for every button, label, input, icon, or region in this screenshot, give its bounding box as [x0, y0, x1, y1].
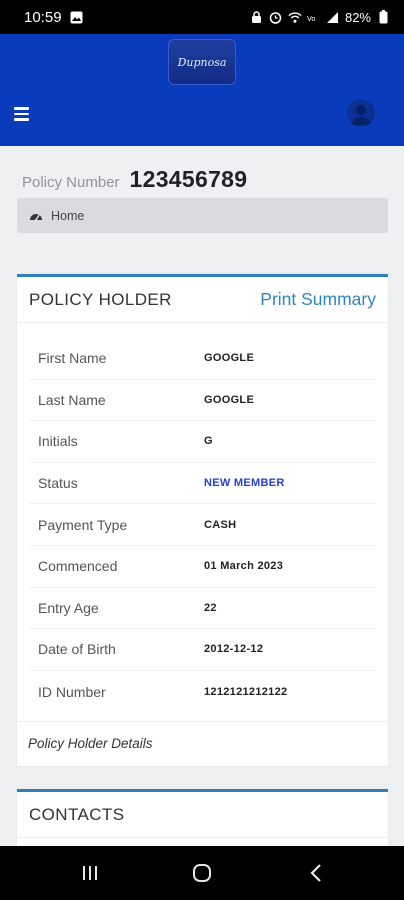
policy-number-line: Policy Number 123456789 — [22, 166, 247, 193]
detail-label: First Name — [38, 350, 107, 367]
policy-holder-title: POLICY HOLDER — [29, 289, 172, 309]
detail-label: Last Name — [38, 391, 106, 408]
app-header: Dupnosa — [0, 34, 404, 146]
status-bar: 10:59 Vo 82% — [0, 0, 404, 34]
contacts-title: CONTACTS — [29, 804, 125, 824]
detail-value: GOOGLE — [204, 393, 255, 406]
detail-label: ID Number — [38, 683, 106, 700]
detail-row-last-name: Last Name GOOGLE — [29, 380, 375, 422]
detail-label: Initials — [38, 433, 78, 450]
user-avatar-icon[interactable] — [347, 99, 375, 127]
status-badge: NEW MEMBER — [204, 477, 285, 490]
logo-text: Dupnosa — [177, 55, 227, 69]
detail-value: 2012-12-12 — [204, 643, 264, 656]
detail-label: Date of Birth — [38, 641, 116, 658]
volte-icon: Vo — [307, 10, 321, 24]
contacts-card-header: CONTACTS — [17, 792, 388, 838]
breadcrumb-home-link[interactable]: Home — [51, 209, 84, 223]
dashboard-icon — [29, 209, 43, 223]
back-icon[interactable] — [296, 858, 336, 888]
detail-value: G — [204, 435, 213, 448]
image-icon — [70, 10, 84, 24]
detail-label: Status — [38, 475, 78, 492]
status-time: 10:59 — [24, 8, 62, 26]
detail-value: 22 — [204, 601, 217, 614]
app-logo: Dupnosa — [168, 39, 236, 85]
detail-row-first-name: First Name GOOGLE — [29, 338, 375, 380]
policy-number-value: 123456789 — [129, 166, 248, 192]
detail-row-status: Status NEW MEMBER — [29, 463, 375, 505]
detail-value: 01 March 2023 — [204, 560, 284, 573]
system-navigation-bar — [0, 846, 404, 900]
detail-row-entry-age: Entry Age 22 — [29, 588, 375, 630]
policy-holder-card-footer: Policy Holder Details — [17, 721, 388, 765]
breadcrumb: Home — [17, 198, 388, 233]
detail-label: Entry Age — [38, 599, 99, 616]
lock-icon — [250, 10, 264, 24]
policy-number-label: Policy Number — [22, 174, 120, 191]
detail-row-initials: Initials G — [29, 421, 375, 463]
detail-value: 1212121212122 — [204, 685, 288, 698]
policy-holder-card-header: POLICY HOLDER Print Summary — [17, 277, 388, 323]
detail-row-id-number: ID Number 1212121212122 — [29, 671, 375, 713]
svg-text:Vo: Vo — [307, 15, 316, 23]
detail-row-payment-type: Payment Type CASH — [29, 504, 375, 546]
detail-row-date-of-birth: Date of Birth 2012-12-12 — [29, 629, 375, 671]
policy-holder-footer-text: Policy Holder Details — [28, 736, 153, 751]
policy-holder-details-list: First Name GOOGLE Last Name GOOGLE Initi… — [29, 338, 375, 712]
contacts-card: CONTACTS — [17, 789, 388, 846]
signal-icon — [326, 10, 340, 24]
wifi-icon — [288, 10, 302, 24]
detail-row-commenced: Commenced 01 March 2023 — [29, 546, 375, 588]
home-icon[interactable] — [182, 858, 222, 888]
policy-holder-card: POLICY HOLDER Print Summary First Name G… — [17, 274, 388, 766]
hamburger-menu-button[interactable] — [14, 104, 34, 124]
print-summary-link[interactable]: Print Summary — [260, 289, 376, 310]
battery-icon — [376, 10, 390, 24]
alarm-icon — [269, 10, 283, 24]
detail-value: CASH — [204, 518, 237, 531]
detail-label: Commenced — [38, 558, 118, 575]
battery-percent: 82% — [344, 9, 371, 25]
detail-value: GOOGLE — [204, 352, 255, 365]
recents-icon[interactable] — [70, 858, 110, 888]
detail-label: Payment Type — [38, 516, 128, 533]
main-content: Policy Number 123456789 Home POLICY HOLD… — [0, 146, 404, 846]
